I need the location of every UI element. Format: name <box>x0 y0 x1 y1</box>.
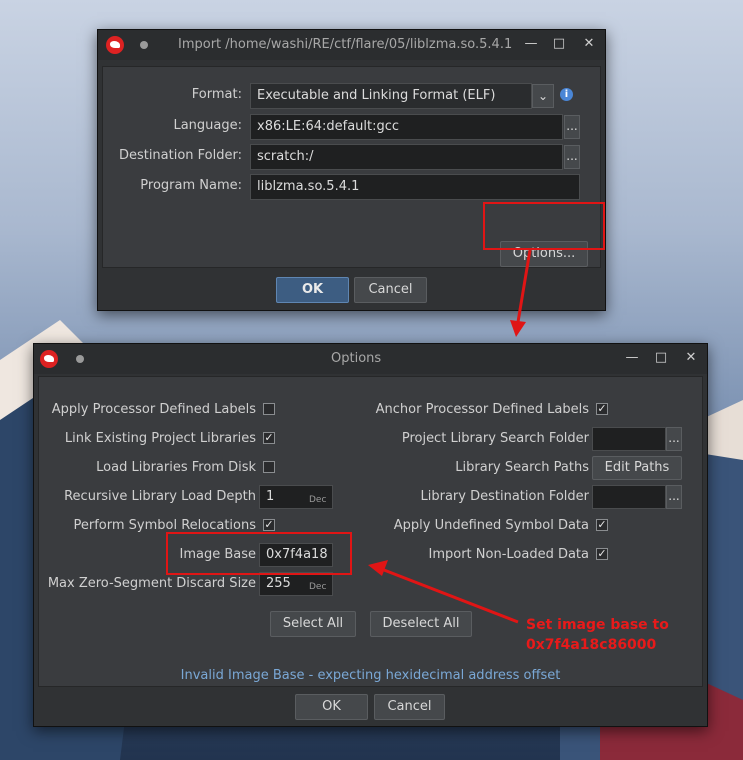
annotation-text: Set image base to 0x7f4a18c86000 <box>526 615 669 655</box>
arrow-to-image-base-head <box>368 560 388 576</box>
arrow-to-image-base <box>383 568 519 624</box>
annotation-line-1: Set image base to <box>526 617 669 633</box>
arrow-to-options <box>516 249 532 323</box>
annotation-line-2: 0x7f4a18c86000 <box>526 637 657 653</box>
arrow-to-options-head <box>510 320 526 337</box>
